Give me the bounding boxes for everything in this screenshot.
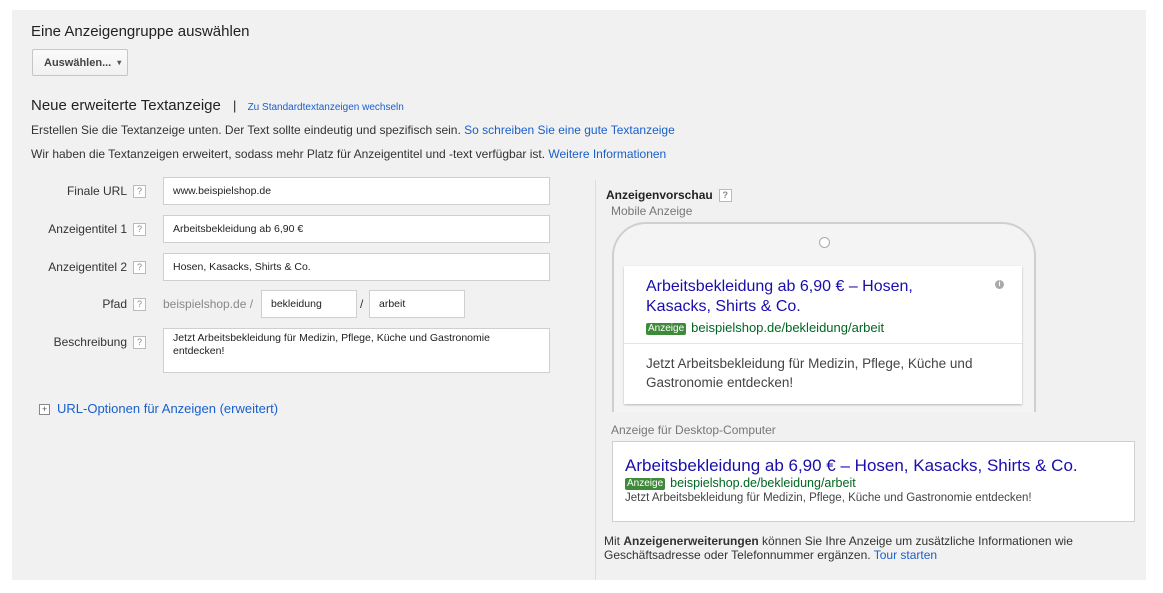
path-prefix: beispielshop.de / [163,297,254,311]
preview-title-row: Anzeigenvorschau? [606,188,732,203]
headline1-input[interactable]: Arbeitsbekleidung ab 6,90 € [163,215,550,243]
preview-title: Anzeigenvorschau [606,188,713,202]
path1-input[interactable]: bekleidung [261,290,357,318]
help-icon[interactable]: ? [133,298,146,312]
extensions-prefix: Mit [604,534,620,548]
final-url-input[interactable]: www.beispielshop.de [163,177,550,205]
desktop-ad-preview: Arbeitsbekleidung ab 6,90 € – Hosen, Kas… [612,441,1135,522]
intro-text-1: Erstellen Sie die Textanzeige unten. Der… [31,123,461,137]
help-icon[interactable]: ? [133,336,146,350]
description-label-row: Beschreibung? [26,335,146,350]
ad-badge: Anzeige [625,478,666,490]
intro-line-2: Wir haben die Textanzeigen erweitert, so… [31,147,666,161]
more-info-link[interactable]: Weitere Informationen [548,147,666,161]
ad-editor-panel: Eine Anzeigengruppe auswählen Auswählen.… [12,10,1146,580]
extensions-bold: Anzeigenerweiterungen [623,534,759,548]
desktop-ad-url-row: Anzeige beispielshop.de/bekleidung/arbeit [625,476,856,490]
path2-input[interactable]: arbeit [369,290,465,318]
headline2-label: Anzeigentitel 2 [48,260,127,274]
switch-to-standard-ads-link[interactable]: Zu Standardtextanzeigen wechseln [248,102,404,113]
mobile-ad-description: Jetzt Arbeitsbekleidung für Medizin, Pfl… [646,356,973,390]
desktop-ad-description: Jetzt Arbeitsbekleidung für Medizin, Pfl… [625,492,1032,504]
card-divider [624,343,1022,344]
help-icon[interactable]: ? [718,189,732,203]
headline1-label: Anzeigentitel 1 [48,222,127,236]
extensions-note: Mit Anzeigenerweiterungen können Sie Ihr… [604,534,1124,562]
intro-line-1: Erstellen Sie die Textanzeige unten. Der… [31,123,675,137]
final-url-label-row: Finale URL? [26,184,146,199]
adgroup-select-button[interactable]: Auswählen... ▾ [32,49,128,76]
mobile-ad-url-row: Anzeige beispielshop.de/bekleidung/arbeit [646,320,884,335]
start-tour-link[interactable]: Tour starten [874,548,937,562]
desktop-ad-headline[interactable]: Arbeitsbekleidung ab 6,90 € – Hosen, Kas… [625,456,1078,476]
desktop-preview-label: Anzeige für Desktop-Computer [611,423,776,437]
url-options-toggle[interactable]: + URL-Optionen für Anzeigen (erweitert) [39,401,278,416]
phone-camera [819,237,830,248]
mobile-phone-frame: Arbeitsbekleidung ab 6,90 € – Hosen, Kas… [612,222,1036,412]
desktop-ad-display-url: beispielshop.de/bekleidung/arbeit [670,476,856,490]
url-options-label: URL-Optionen für Anzeigen (erweitert) [57,401,279,416]
description-label: Beschreibung [53,335,127,349]
column-divider [595,180,596,580]
good-textad-guide-link[interactable]: So schreiben Sie eine gute Textanzeige [464,123,675,137]
mobile-ad-display-url: beispielshop.de/bekleidung/arbeit [691,320,885,335]
chevron-down-icon: ▾ [117,58,122,67]
headline2-label-row: Anzeigentitel 2? [26,260,146,275]
mobile-preview-label: Mobile Anzeige [611,204,693,218]
adgroup-select-label: Auswählen... [44,56,112,69]
expand-icon: + [39,404,50,416]
info-icon[interactable]: i [995,280,1004,289]
mobile-ad-card: Arbeitsbekleidung ab 6,90 € – Hosen, Kas… [624,266,1022,404]
path-separator: / [360,297,364,311]
headline1-label-row: Anzeigentitel 1? [26,222,146,237]
heading-title: Neue erweiterte Textanzeige [31,97,221,114]
adgroup-title: Eine Anzeigengruppe auswählen [31,23,250,40]
final-url-label: Finale URL [66,184,127,198]
headline2-input[interactable]: Hosen, Kasacks, Shirts & Co. [163,253,550,281]
help-icon[interactable]: ? [133,261,146,275]
path-label: Pfad [102,297,127,311]
help-icon[interactable]: ? [133,185,146,199]
description-textarea[interactable]: Jetzt Arbeitsbekleidung für Medizin, Pfl… [163,328,550,373]
mobile-ad-headline[interactable]: Arbeitsbekleidung ab 6,90 € – Hosen, Kas… [646,277,976,317]
ad-badge: Anzeige [646,323,687,335]
heading-separator: | [233,98,237,113]
page-heading: Neue erweiterte Textanzeige | Zu Standar… [31,97,404,114]
path-label-row: Pfad? [26,297,146,312]
intro-text-2: Wir haben die Textanzeigen erweitert, so… [31,147,546,161]
help-icon[interactable]: ? [133,223,146,237]
